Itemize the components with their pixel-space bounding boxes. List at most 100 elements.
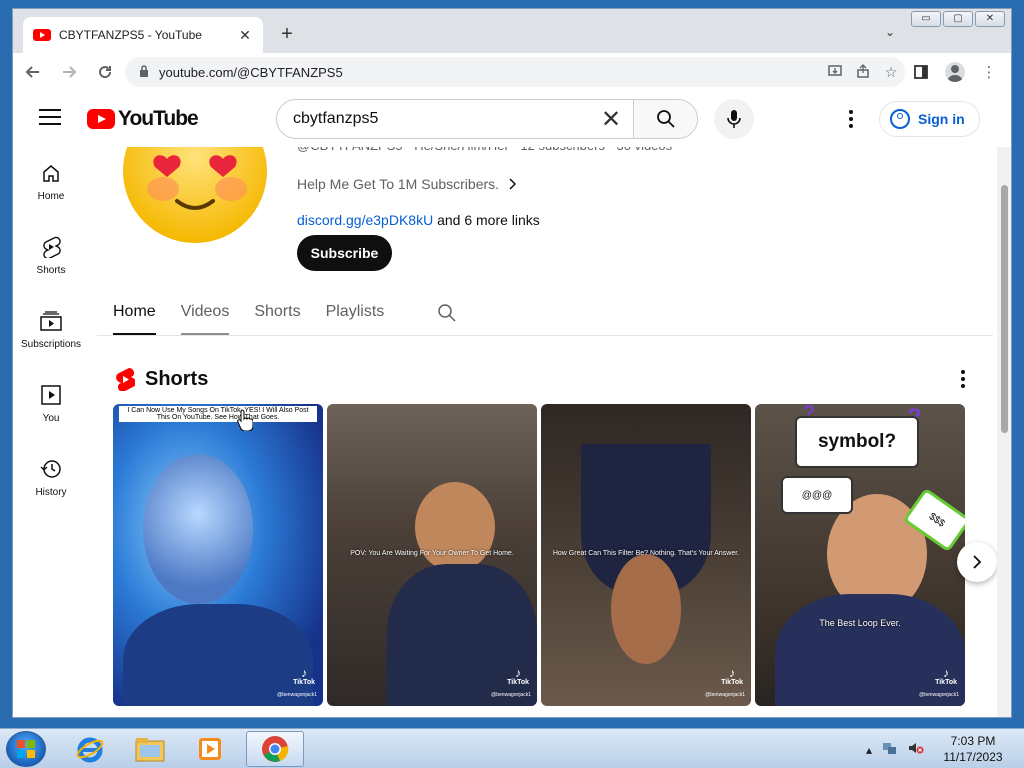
- folder-icon: [135, 738, 165, 762]
- shorts-section-header: Shorts: [115, 367, 208, 391]
- new-tab-button[interactable]: +: [275, 23, 299, 47]
- guide-label: Shorts: [36, 265, 66, 276]
- short-caption: POV: You Are Waiting For Your Owner To G…: [350, 550, 514, 557]
- search-button[interactable]: [633, 100, 697, 138]
- short-caption: How Great Can This Filter Be? Nothing. T…: [552, 550, 740, 557]
- install-app-icon[interactable]: [821, 64, 849, 81]
- tiktok-watermark: ♪ TikTok: [293, 666, 315, 686]
- minimize-button[interactable]: ▭: [911, 11, 941, 27]
- tab-title: CBYTFANZPS5 - YouTube: [59, 28, 202, 42]
- volume-muted-icon[interactable]: [908, 741, 924, 758]
- short-thumbnail-figure: [611, 554, 681, 664]
- start-button[interactable]: [6, 731, 46, 767]
- more-links[interactable]: and 6 more links: [433, 212, 540, 228]
- discord-link[interactable]: discord.gg/e3pDK8kU: [297, 212, 433, 228]
- heart-eyes-emoji-icon: [123, 131, 267, 243]
- profile-icon: [945, 62, 965, 82]
- taskbar-chrome[interactable]: [246, 731, 304, 767]
- tab-shorts[interactable]: Shorts: [254, 299, 300, 335]
- toolbar-right: ⋮: [907, 57, 1003, 87]
- you-icon: [39, 383, 63, 407]
- tabs-divider: [97, 335, 993, 336]
- voice-search-button[interactable]: [714, 99, 754, 139]
- guide-sidebar: Home Shorts Subscriptions You History: [13, 147, 89, 717]
- short-card[interactable]: ? ? symbol? @@@ $$$ The Best Loop Ever. …: [755, 404, 965, 706]
- hamburger-menu-icon[interactable]: [39, 109, 61, 125]
- scrollbar-thumb[interactable]: [1001, 185, 1008, 433]
- taskbar-clock[interactable]: 7:03 PM 11/17/2023: [938, 733, 1008, 765]
- taskbar-file-explorer[interactable]: [124, 731, 176, 767]
- browser-tab[interactable]: CBYTFANZPS5 - YouTube ✕: [23, 17, 263, 53]
- tab-close-icon[interactable]: ✕: [237, 27, 253, 44]
- maximize-button[interactable]: ▢: [943, 11, 973, 27]
- shelf-next-button[interactable]: [957, 542, 997, 582]
- close-window-button[interactable]: ✕: [975, 11, 1005, 27]
- search-input[interactable]: cbytfanzps5: [277, 110, 589, 128]
- page-scrollbar[interactable]: [997, 147, 1011, 717]
- channel-avatar[interactable]: [123, 131, 267, 249]
- tab-strip: CBYTFANZPS5 - YouTube ✕ + ⌄ ▭ ▢ ✕: [13, 9, 1011, 53]
- short-handle: @benwagonjack1: [277, 692, 317, 698]
- youtube-play-icon: [87, 109, 115, 129]
- taskbar-media-player[interactable]: [184, 731, 236, 767]
- taskbar-internet-explorer[interactable]: [64, 731, 116, 767]
- clear-search-icon[interactable]: ✕: [589, 105, 633, 134]
- clock-time: 7:03 PM: [950, 734, 996, 748]
- guide-item-subscriptions[interactable]: Subscriptions: [13, 295, 89, 369]
- tiktok-watermark: ♪ TikTok: [935, 666, 957, 686]
- bookmark-star-icon[interactable]: ☆: [877, 64, 905, 81]
- short-caption: I Can Now Use My Songs On TikTok. YES! I…: [119, 406, 317, 422]
- guide-item-home[interactable]: Home: [13, 147, 89, 221]
- channel-links: discord.gg/e3pDK8kU and 6 more links: [297, 212, 540, 228]
- back-arrow-icon: [25, 66, 39, 78]
- search-icon: [656, 110, 675, 128]
- profile-avatar[interactable]: [941, 57, 969, 87]
- channel-description[interactable]: Help Me Get To 1M Subscribers.: [297, 176, 517, 192]
- guide-item-history[interactable]: History: [13, 443, 89, 517]
- yt-header: YouTube cbytfanzps5 ✕ Sign in: [13, 91, 1011, 147]
- short-thumbnail-shirt: [123, 604, 313, 706]
- sign-in-button[interactable]: Sign in: [879, 101, 980, 137]
- shorts-heading: Shorts: [145, 367, 209, 390]
- settings-kebab-icon[interactable]: [839, 107, 863, 131]
- youtube-page: YouTube cbytfanzps5 ✕ Sign in Home Short…: [13, 91, 1011, 717]
- chevron-right-icon: [509, 178, 517, 190]
- subscribe-button[interactable]: Subscribe: [297, 235, 392, 271]
- tab-home[interactable]: Home: [113, 299, 156, 335]
- search-box: cbytfanzps5 ✕: [276, 99, 698, 139]
- history-icon: [39, 457, 63, 481]
- side-panel-icon[interactable]: [907, 57, 935, 87]
- tab-search-chevron-icon[interactable]: ⌄: [885, 25, 895, 39]
- guide-label: Subscriptions: [20, 339, 82, 350]
- clock-date: 11/17/2023: [943, 750, 1003, 764]
- guide-label: History: [35, 487, 67, 498]
- short-card[interactable]: How Great Can This Filter Be? Nothing. T…: [541, 404, 751, 706]
- reload-button[interactable]: [89, 56, 121, 88]
- guide-item-you[interactable]: You: [13, 369, 89, 443]
- network-icon[interactable]: [882, 741, 898, 758]
- youtube-wordmark: YouTube: [118, 107, 199, 130]
- share-icon[interactable]: [849, 63, 877, 81]
- guide-item-shorts[interactable]: Shorts: [13, 221, 89, 295]
- address-bar[interactable]: youtube.com/@CBYTFANZPS5 ☆: [125, 57, 905, 87]
- tab-videos[interactable]: Videos: [180, 299, 229, 335]
- short-card[interactable]: I Can Now Use My Songs On TikTok. YES! I…: [113, 404, 323, 706]
- short-card[interactable]: POV: You Are Waiting For Your Owner To G…: [327, 404, 537, 706]
- back-button[interactable]: [17, 56, 49, 88]
- tab-playlists[interactable]: Playlists: [326, 299, 385, 335]
- tiktok-icon: ♪: [301, 666, 308, 680]
- channel-search-icon[interactable]: [437, 303, 457, 328]
- tiktok-icon: ♪: [515, 666, 522, 680]
- chrome-icon: [262, 736, 289, 762]
- short-handle: @benwagonjack1: [919, 692, 959, 698]
- tray-expand-icon[interactable]: ▴: [866, 743, 872, 757]
- browser-toolbar: youtube.com/@CBYTFANZPS5 ☆ ⋮: [13, 53, 1011, 91]
- shorts-logo-icon: [116, 368, 135, 391]
- channel-content: @CBYTFANZPS5 · He/She/Him/Her · 12 subsc…: [97, 91, 997, 717]
- youtube-logo[interactable]: YouTube: [87, 107, 199, 131]
- shorts-icon: [39, 235, 63, 259]
- forward-button[interactable]: [53, 56, 85, 88]
- microphone-icon: [727, 110, 741, 128]
- shorts-more-icon[interactable]: [955, 367, 971, 391]
- browser-menu-icon[interactable]: ⋮: [975, 57, 1003, 87]
